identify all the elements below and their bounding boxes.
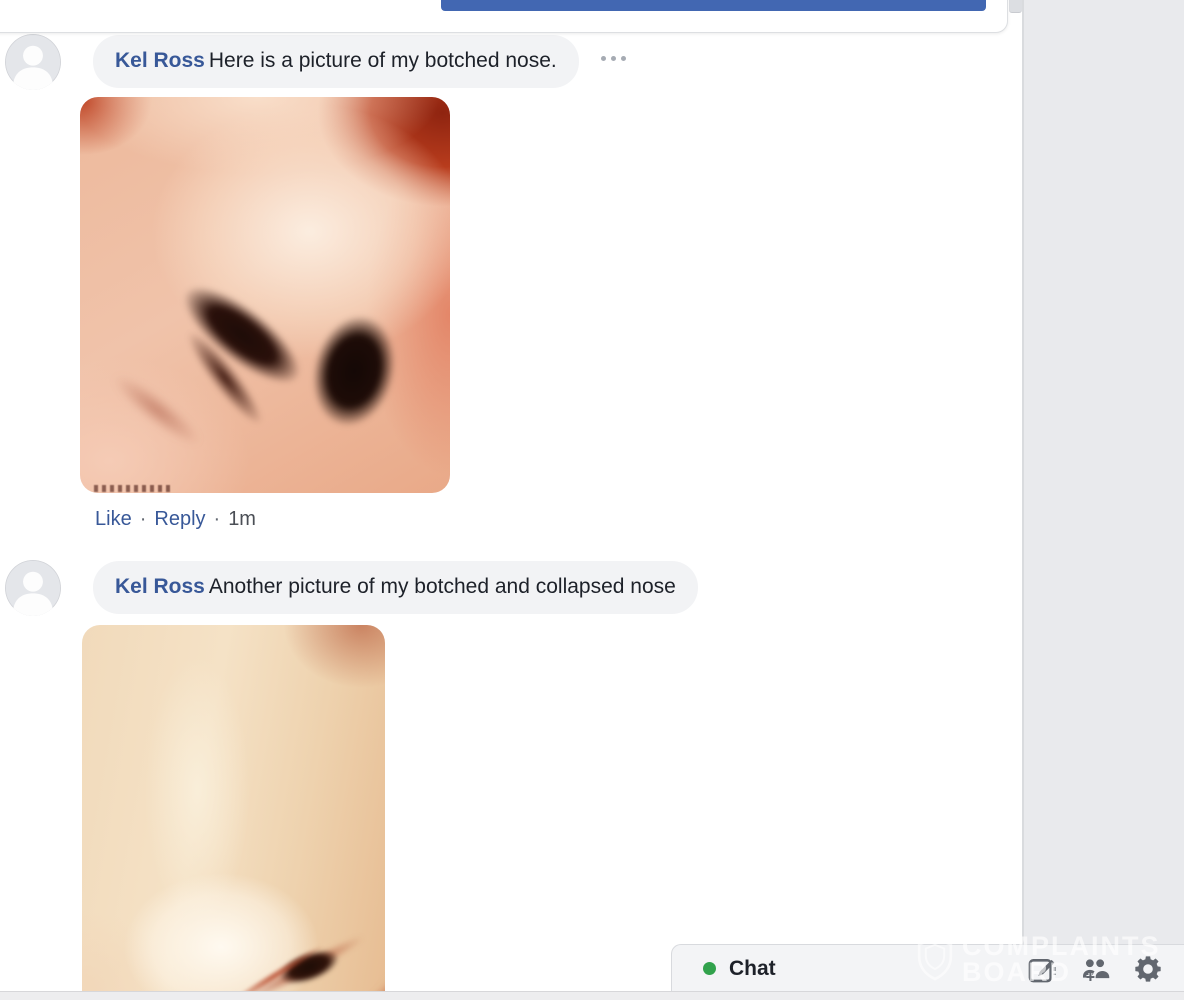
photo-detail [106, 366, 209, 454]
add-people-icon[interactable] [1079, 953, 1111, 985]
avatar[interactable] [5, 34, 61, 90]
comment-2: Kel RossAnother picture of my botched an… [5, 560, 698, 616]
comment-text: Here is a picture of my botched nose. [209, 49, 557, 72]
chat-label: Chat [729, 957, 776, 981]
submit-button[interactable] [441, 0, 986, 11]
online-status-dot-icon [703, 962, 716, 975]
author-link[interactable]: Kel Ross [115, 49, 205, 72]
comment-text: Another picture of my botched and collap… [209, 575, 676, 598]
scrollbar-thumb[interactable] [1009, 0, 1022, 13]
avatar[interactable] [5, 560, 61, 616]
default-profile-icon [5, 34, 61, 90]
right-sidebar-background [1024, 0, 1184, 1000]
default-profile-icon [5, 560, 61, 616]
reply-link[interactable]: Reply [154, 506, 205, 532]
compose-icon[interactable] [1026, 953, 1058, 985]
bottom-edge-strip [0, 991, 1184, 1000]
comment-bubble: Kel RossHere is a picture of my botched … [93, 35, 579, 88]
comment-photo-nose-profile[interactable] [82, 625, 385, 991]
comment-thread-screen: Kel RossHere is a picture of my botched … [0, 0, 1184, 1000]
photo-detail [281, 282, 427, 460]
photo-watermark-marks [94, 485, 174, 492]
comment-1: Kel RossHere is a picture of my botched … [5, 34, 630, 90]
like-link[interactable]: Like [95, 506, 132, 532]
separator: · [140, 506, 147, 532]
chat-bar[interactable]: Chat [671, 944, 1184, 992]
settings-gear-icon[interactable] [1132, 953, 1164, 985]
comment-bubble: Kel RossAnother picture of my botched an… [93, 561, 698, 614]
content-right-border [1022, 0, 1024, 1000]
comment-photo-nose-closeup[interactable] [80, 97, 450, 493]
comment-options-ellipsis-icon[interactable] [597, 50, 630, 67]
separator: · [214, 506, 221, 532]
chat-toolbar [1026, 953, 1164, 985]
author-link[interactable]: Kel Ross [115, 575, 205, 598]
timestamp-link[interactable]: 1m [228, 506, 256, 532]
comment-action-row: Like · Reply · 1m [95, 506, 256, 532]
